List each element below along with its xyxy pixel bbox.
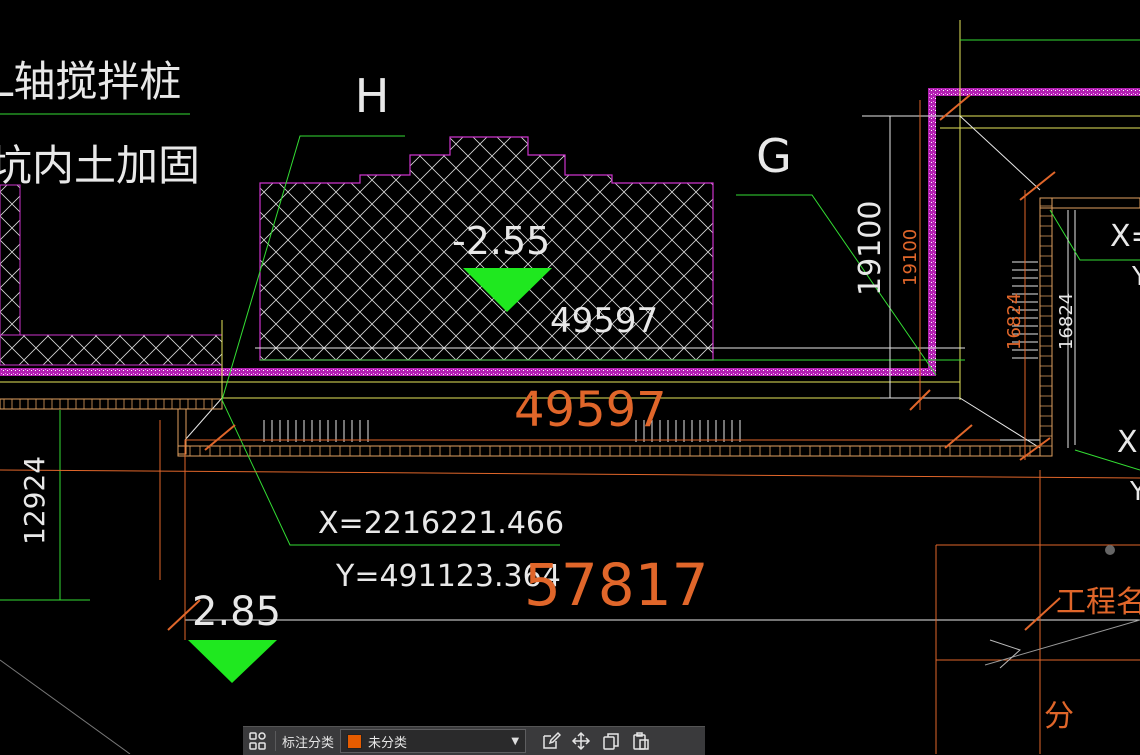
annotation-category-select[interactable]: 未分类 ▼ xyxy=(340,729,527,753)
category-select-value: 未分类 xyxy=(368,735,408,751)
y-label-top: Y xyxy=(1131,262,1140,292)
title-block-part: 分 xyxy=(1044,699,1074,734)
cad-canvas[interactable]: H G L轴搅拌桩 坑内土加固 -2.55 49597 49597 X=2216… xyxy=(0,0,1140,754)
axis-label-g: G xyxy=(756,129,792,183)
snap-marker xyxy=(1105,545,1115,555)
dimension-19100-white: 19100 xyxy=(853,201,888,296)
toolbar-divider xyxy=(275,731,276,751)
dim-ticks xyxy=(167,94,1061,631)
title-block-project: 工程名 xyxy=(1056,585,1140,620)
edit-icon[interactable] xyxy=(536,727,566,755)
annotation-toolbar: 标注分类 未分类 ▼ xyxy=(243,726,705,755)
dimension-16824-white: 16824 xyxy=(1056,293,1077,350)
x-label-bottom: X xyxy=(1117,425,1138,460)
axis-label-h: H xyxy=(355,69,390,123)
inner-dimension: 49597 xyxy=(550,301,658,341)
elevation-inner: -2.55 xyxy=(452,219,550,263)
main-dimension: 49597 xyxy=(514,382,667,438)
annotation-category-label: 标注分类 xyxy=(282,735,335,751)
dimension-57817: 57817 xyxy=(524,551,709,619)
paste-icon[interactable] xyxy=(626,727,656,755)
dimension-16824-orange: 16824 xyxy=(1004,293,1025,350)
elevation-outer: 2.85 xyxy=(192,589,281,635)
note-line-1: L轴搅拌桩 xyxy=(0,57,181,106)
chevron-down-icon: ▼ xyxy=(511,735,520,747)
dimension-19100-orange: 19100 xyxy=(900,229,921,286)
elevation-marker-outer xyxy=(188,640,277,683)
x-label-top: X= xyxy=(1110,219,1140,254)
y-label-bottom: Y xyxy=(1129,477,1140,507)
category-color-swatch xyxy=(347,733,363,749)
copy-icon[interactable] xyxy=(596,727,626,755)
dimension-12924: 12924 xyxy=(18,456,51,545)
left-hatch-block xyxy=(0,184,223,366)
move-icon[interactable] xyxy=(566,727,596,755)
coord-x: X=2216221.466 xyxy=(318,506,564,541)
layout-grid-icon[interactable] xyxy=(243,727,273,755)
note-line-2: 坑内土加固 xyxy=(0,141,200,190)
